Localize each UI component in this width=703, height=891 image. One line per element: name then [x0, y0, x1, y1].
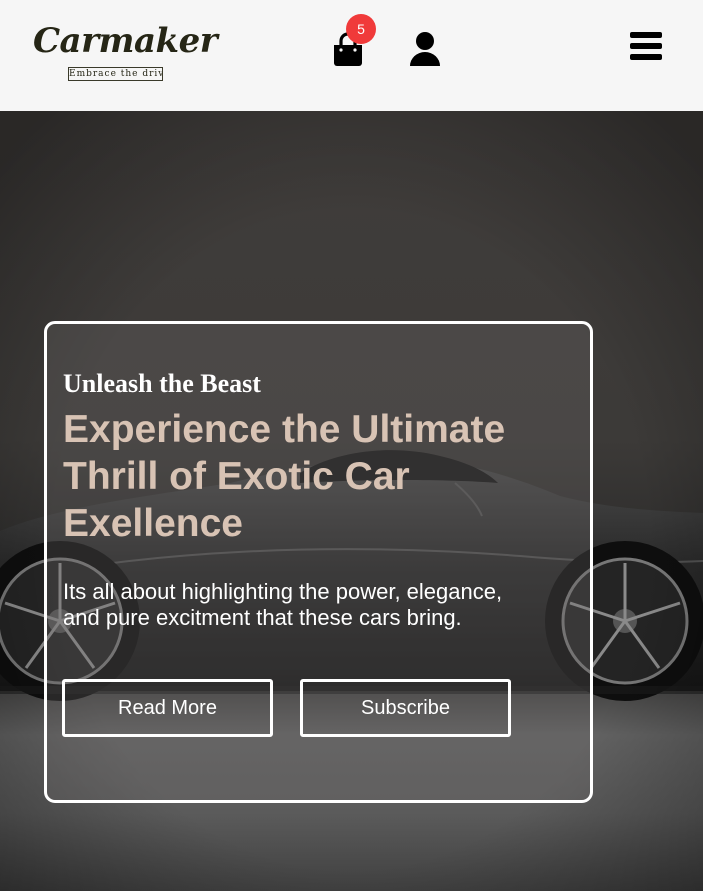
hero-description: Its all about highlighting the power, el… [63, 579, 503, 630]
hero-section: Unleash the Beast Experience the Ultimat… [0, 111, 703, 891]
cart-button[interactable]: 5 [331, 14, 376, 68]
hamburger-menu-button[interactable] [628, 30, 664, 62]
logo[interactable]: Carmaker Embrace the drive [33, 20, 218, 84]
site-header: Carmaker Embrace the drive 5 [0, 0, 703, 111]
subscribe-button[interactable]: Subscribe [300, 679, 511, 737]
hero-kicker: Unleash the Beast [63, 369, 261, 398]
account-button[interactable] [408, 30, 442, 68]
hero-card: Unleash the Beast Experience the Ultimat… [44, 321, 593, 803]
logo-wordmark: Carmaker [33, 21, 218, 61]
read-more-button[interactable]: Read More [62, 679, 273, 737]
logo-tagline: Embrace the drive [68, 67, 163, 81]
hero-headline: Experience the Ultimate Thrill of Exotic… [63, 408, 506, 545]
user-icon [410, 32, 440, 66]
cart-count-badge: 5 [346, 14, 376, 44]
page: Carmaker Embrace the drive 5 Unleash the… [0, 0, 703, 891]
